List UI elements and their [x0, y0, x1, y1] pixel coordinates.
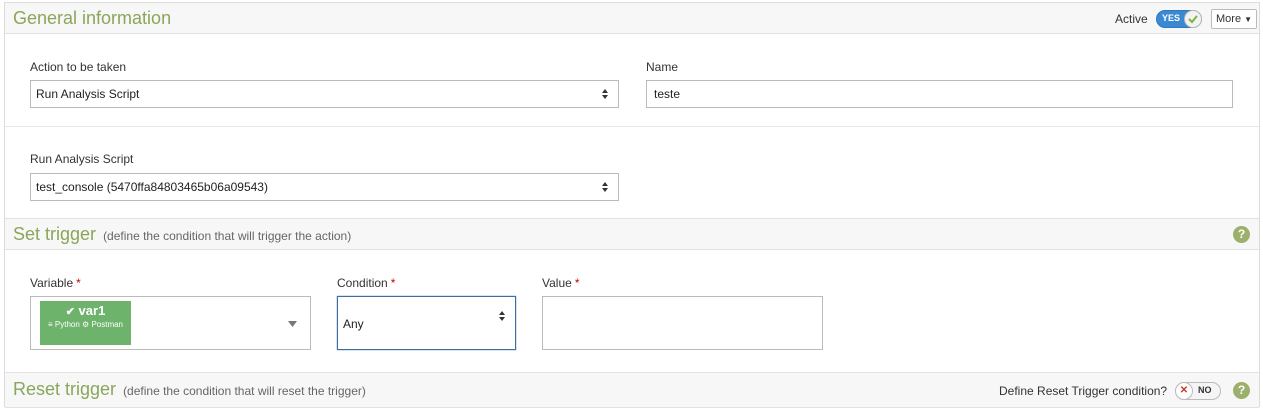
- reset-trigger-header: Reset trigger (define the condition that…: [5, 372, 1259, 408]
- condition-label-text: Condition: [337, 276, 388, 290]
- script-label: Run Analysis Script: [30, 152, 134, 166]
- caret-down-icon: [288, 321, 297, 327]
- name-field-value: teste: [654, 87, 681, 101]
- form-panel: General information Active YES More ▼ Ac…: [4, 2, 1260, 408]
- value-field[interactable]: [542, 296, 823, 350]
- variable-chip-title: ✔ var1: [40, 304, 131, 319]
- variable-name: var1: [78, 303, 106, 318]
- variable-chip: ✔ var1 ≡ Python ⚙ Postman: [40, 301, 131, 345]
- help-icon[interactable]: ?: [1233, 226, 1250, 243]
- variable-tag-python: Python: [54, 320, 80, 329]
- required-mark: *: [390, 276, 396, 290]
- select-arrows-icon: [499, 311, 505, 321]
- value-label: Value *: [542, 276, 579, 290]
- set-trigger-header: Set trigger (define the condition that w…: [5, 218, 1259, 250]
- check-circle-icon: ✔: [65, 306, 75, 318]
- value-label-text: Value: [542, 276, 572, 290]
- active-toggle-knob: [1184, 10, 1202, 28]
- script-select-value: test_console (5470ffa84803465b06a09543): [36, 180, 268, 194]
- select-arrows-icon: [602, 89, 608, 99]
- action-select[interactable]: Run Analysis Script: [30, 80, 619, 108]
- active-toggle-label: YES: [1162, 13, 1181, 23]
- set-trigger-title: Set trigger (define the condition that w…: [13, 224, 351, 245]
- reset-toggle-knob: ✕: [1175, 382, 1193, 400]
- general-info-header: General information Active YES More ▼: [5, 3, 1259, 34]
- more-button-label: More: [1216, 13, 1242, 25]
- reset-toggle[interactable]: ✕ NO: [1175, 382, 1221, 400]
- database-icon: ≡: [47, 320, 53, 329]
- check-icon: [1188, 15, 1198, 24]
- variable-label: Variable *: [30, 276, 81, 290]
- variable-tags: ≡ Python ⚙ Postman: [40, 319, 131, 331]
- condition-select[interactable]: Any: [337, 296, 516, 350]
- action-label: Action to be taken: [30, 60, 127, 74]
- name-field[interactable]: teste: [646, 80, 1233, 108]
- variable-tag-postman: Postman: [91, 320, 124, 329]
- cogs-icon: ⚙: [82, 320, 90, 329]
- reset-trigger-subtitle: (define the condition that will reset th…: [123, 384, 366, 398]
- caret-down-icon: ▼: [1244, 15, 1253, 24]
- reset-trigger-title-text: Reset trigger: [13, 379, 117, 399]
- script-select[interactable]: test_console (5470ffa84803465b06a09543): [30, 173, 619, 201]
- name-label: Name: [646, 60, 679, 74]
- variable-select[interactable]: ✔ var1 ≡ Python ⚙ Postman: [30, 296, 311, 350]
- reset-trigger-title: Reset trigger (define the condition that…: [13, 379, 366, 400]
- general-info-title: General information: [13, 8, 172, 28]
- active-toggle[interactable]: YES: [1156, 10, 1202, 28]
- more-button[interactable]: More ▼: [1211, 9, 1258, 29]
- action-select-value: Run Analysis Script: [36, 87, 140, 101]
- variable-label-text: Variable: [30, 276, 74, 290]
- help-icon[interactable]: ?: [1233, 382, 1250, 399]
- set-trigger-subtitle: (define the condition that will trigger …: [103, 229, 352, 243]
- required-mark: *: [76, 276, 81, 290]
- required-mark: *: [574, 276, 580, 290]
- set-trigger-title-text: Set trigger: [13, 224, 97, 244]
- close-icon: ✕: [1179, 385, 1189, 396]
- define-reset-label: Define Reset Trigger condition?: [999, 384, 1168, 398]
- condition-label: Condition *: [337, 276, 395, 290]
- select-arrows-icon: [602, 182, 608, 192]
- divider: [5, 126, 1259, 127]
- active-label: Active: [1115, 12, 1148, 26]
- reset-toggle-label: NO: [1198, 385, 1212, 395]
- condition-select-value: Any: [343, 317, 364, 331]
